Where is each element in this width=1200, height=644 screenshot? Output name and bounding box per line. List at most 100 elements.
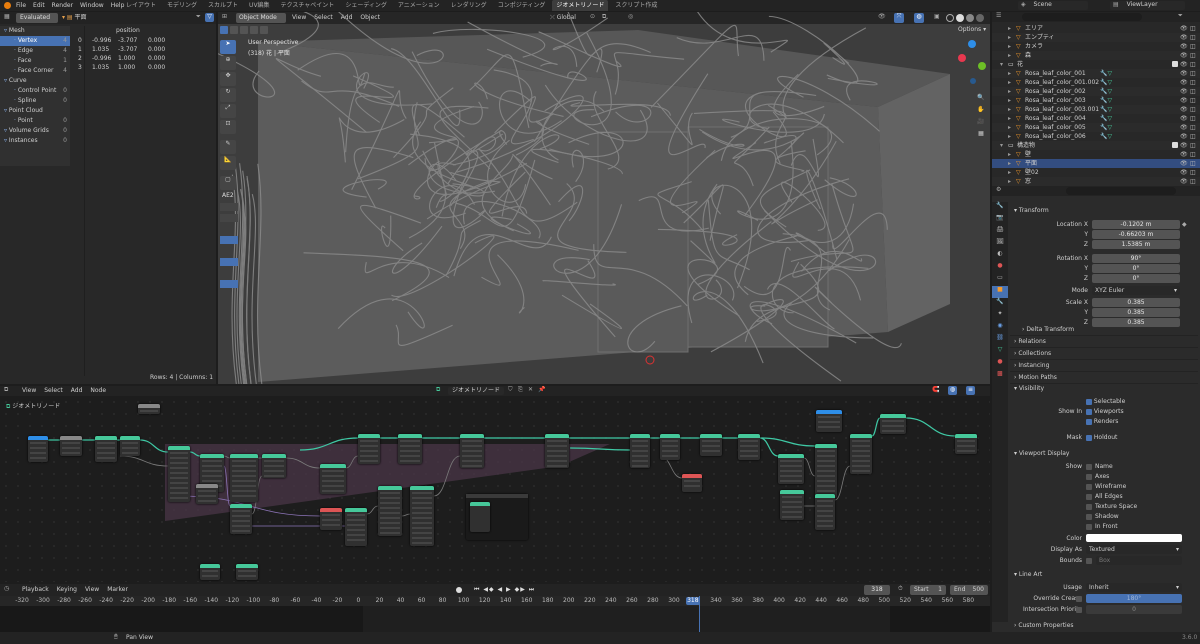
geometry-node[interactable] bbox=[120, 436, 140, 456]
render-camera-icon[interactable]: ◫ bbox=[1190, 33, 1196, 42]
outliner-icon[interactable]: ☰ bbox=[996, 12, 1001, 19]
next-keyframe-icon[interactable]: ◆▶ bbox=[515, 586, 526, 593]
geometry-node[interactable] bbox=[778, 454, 804, 484]
outliner-item[interactable]: ▸ ▽ Rosa_leaf_color_002 🔧▽ 👁 ◫ bbox=[992, 87, 1200, 96]
view-layer-tab-icon[interactable]: 🖼 bbox=[992, 238, 1008, 250]
expand-arrow-icon[interactable]: ▸ bbox=[1008, 87, 1011, 96]
node-menu-node[interactable]: Node bbox=[90, 386, 106, 396]
add-cube-tool-icon[interactable]: ▢ bbox=[220, 176, 236, 190]
holdout-checkbox[interactable]: Holdout bbox=[1086, 433, 1117, 443]
geometry-node[interactable] bbox=[545, 434, 569, 468]
geometry-node[interactable] bbox=[236, 564, 258, 580]
show-option-checkbox[interactable]: In Front bbox=[1086, 522, 1118, 532]
cursor-tool-icon[interactable]: ⊕ bbox=[220, 56, 236, 70]
geometry-node[interactable] bbox=[410, 486, 434, 546]
tool-panel-slot[interactable] bbox=[220, 236, 238, 244]
expand-arrow-icon[interactable]: ▸ bbox=[1008, 114, 1011, 123]
camera-view-icon[interactable]: 🎥 bbox=[974, 118, 988, 130]
node-tree-type-icon[interactable]: ⧉ bbox=[436, 386, 440, 394]
menu-window[interactable]: Window bbox=[80, 0, 104, 11]
geometry-node[interactable] bbox=[815, 494, 835, 530]
visibility-eye-icon[interactable]: 👁 bbox=[1180, 51, 1188, 60]
bounds-dropdown[interactable]: Box bbox=[1096, 556, 1182, 565]
show-option-checkbox[interactable]: All Edges bbox=[1086, 492, 1123, 502]
geometry-node[interactable] bbox=[738, 434, 760, 460]
ortho-grid-icon[interactable]: ▦ bbox=[974, 130, 988, 142]
scale-x-field[interactable]: 0.385 bbox=[1092, 298, 1180, 307]
intersection-priority-checkbox[interactable] bbox=[1076, 605, 1082, 615]
geometry-node[interactable] bbox=[816, 410, 842, 432]
visibility-eye-icon[interactable]: 👁 bbox=[1180, 33, 1188, 42]
selectable-checkbox[interactable]: Selectable bbox=[1086, 397, 1125, 407]
bounds-checkbox[interactable] bbox=[1086, 556, 1092, 566]
domain-item[interactable]: ▿ Instances 0 bbox=[0, 136, 70, 146]
timeline-track[interactable] bbox=[0, 596, 990, 632]
workspace-tab[interactable]: スクリプト作成 bbox=[611, 0, 661, 11]
node-menu-select[interactable]: Select bbox=[44, 386, 63, 396]
tool-panel-slot[interactable] bbox=[220, 214, 238, 222]
visibility-eye-icon[interactable]: 👁 bbox=[1180, 42, 1188, 51]
record-icon[interactable] bbox=[456, 587, 462, 593]
outliner-item[interactable]: ▸ ▽ Rosa_leaf_color_003 🔧▽ 👁 ◫ bbox=[992, 96, 1200, 105]
transform-tool-icon[interactable]: ⊡ bbox=[220, 120, 236, 134]
geometry-node[interactable] bbox=[320, 464, 346, 494]
outliner-item[interactable]: ▸ ▽ 窓 👁 ◫ bbox=[992, 177, 1200, 186]
tool-panel-slot[interactable] bbox=[220, 258, 238, 266]
render-camera-icon[interactable]: ◫ bbox=[1190, 150, 1196, 159]
geometry-node[interactable] bbox=[138, 404, 160, 414]
node-tree-selector[interactable]: ジオメトリノード bbox=[448, 387, 504, 395]
render-camera-icon[interactable]: ◫ bbox=[1190, 177, 1196, 186]
outliner-search[interactable] bbox=[1022, 13, 1142, 21]
visibility-eye-icon[interactable]: 👁 bbox=[1180, 78, 1188, 87]
fake-user-icon[interactable]: ⛉ bbox=[508, 386, 513, 394]
timeline-ruler[interactable]: -320 -300 -280 -260 -240 -220 -200 -180 -160 -140… bbox=[0, 596, 990, 606]
geometry-node[interactable] bbox=[230, 454, 258, 502]
outliner-item[interactable]: ▾ ▭ 構造物 👁 ◫ bbox=[992, 141, 1200, 150]
domain-item[interactable]: · Face 1 bbox=[0, 56, 70, 66]
blender-logo-icon[interactable] bbox=[4, 2, 11, 9]
override-crease-field[interactable]: 180° bbox=[1086, 594, 1182, 603]
expand-arrow-icon[interactable]: ▸ bbox=[1008, 177, 1011, 186]
expand-arrow-icon[interactable]: ▸ bbox=[1008, 24, 1011, 33]
render-camera-icon[interactable]: ◫ bbox=[1190, 96, 1196, 105]
move-tool-icon[interactable]: ✥ bbox=[220, 72, 236, 86]
location-z-field[interactable]: 1.5385 m bbox=[1092, 240, 1180, 249]
geometry-node[interactable] bbox=[398, 434, 422, 464]
viewlayer-selector[interactable]: ▤ ViewLayer bbox=[1110, 1, 1185, 10]
collection-tab-icon[interactable]: ▭ bbox=[992, 274, 1008, 286]
workspace-tab[interactable]: モデリング bbox=[163, 0, 201, 11]
pin-icon[interactable]: 📌 bbox=[538, 386, 545, 393]
workspace-tab[interactable]: アニメーション bbox=[394, 0, 444, 11]
outliner-filter-icon[interactable]: ⏷ bbox=[1178, 12, 1183, 20]
expand-arrow-icon[interactable]: ▸ bbox=[1008, 123, 1011, 132]
transform-panel-header[interactable]: ▾ Transform bbox=[1010, 206, 1198, 216]
domain-item[interactable]: ▿ Point Cloud bbox=[0, 106, 70, 116]
domain-item[interactable]: · Control Point 0 bbox=[0, 86, 70, 96]
snap-node-icon[interactable]: 🧲 bbox=[932, 386, 939, 393]
geometry-node[interactable] bbox=[230, 504, 252, 534]
domain-item[interactable]: · Vertex 4 bbox=[0, 36, 70, 46]
render-tab-icon[interactable]: 📷 bbox=[992, 214, 1008, 226]
visibility-eye-icon[interactable]: 👁 bbox=[1180, 168, 1188, 177]
timeline-menu-marker[interactable]: Marker bbox=[107, 584, 128, 596]
geometry-node[interactable] bbox=[378, 486, 402, 536]
visibility-eye-icon[interactable]: 👁 bbox=[1180, 123, 1188, 132]
collapsed-panel-header[interactable]: › Delta Transform bbox=[1010, 324, 1198, 336]
tool-tab-icon[interactable]: 🔧 bbox=[992, 202, 1008, 214]
pan-hand-icon[interactable]: ✋ bbox=[974, 106, 988, 118]
keyframe-dot-icon[interactable]: ◆ bbox=[1182, 220, 1187, 230]
filter-icon[interactable]: ⏷ bbox=[196, 13, 201, 21]
render-camera-icon[interactable]: ◫ bbox=[1190, 51, 1196, 60]
color-swatch[interactable] bbox=[1086, 534, 1182, 542]
play-reverse-icon[interactable]: ◀ bbox=[497, 586, 503, 593]
nested-node[interactable] bbox=[470, 502, 490, 532]
expand-arrow-icon[interactable]: ▸ bbox=[1008, 150, 1011, 159]
expand-arrow-icon[interactable]: ▸ bbox=[1008, 159, 1011, 168]
geometry-node[interactable] bbox=[630, 434, 650, 468]
render-camera-icon[interactable]: ◫ bbox=[1190, 123, 1196, 132]
gizmo-neg-z[interactable] bbox=[970, 78, 976, 84]
workspace-tab[interactable]: コンポジティング bbox=[494, 0, 550, 11]
modifier-tab-icon[interactable]: 🔧 bbox=[992, 298, 1008, 310]
visibility-eye-icon[interactable]: 👁 bbox=[1180, 24, 1188, 33]
outliner-item[interactable]: ▸ ▽ 壁 👁 ◫ bbox=[992, 150, 1200, 159]
